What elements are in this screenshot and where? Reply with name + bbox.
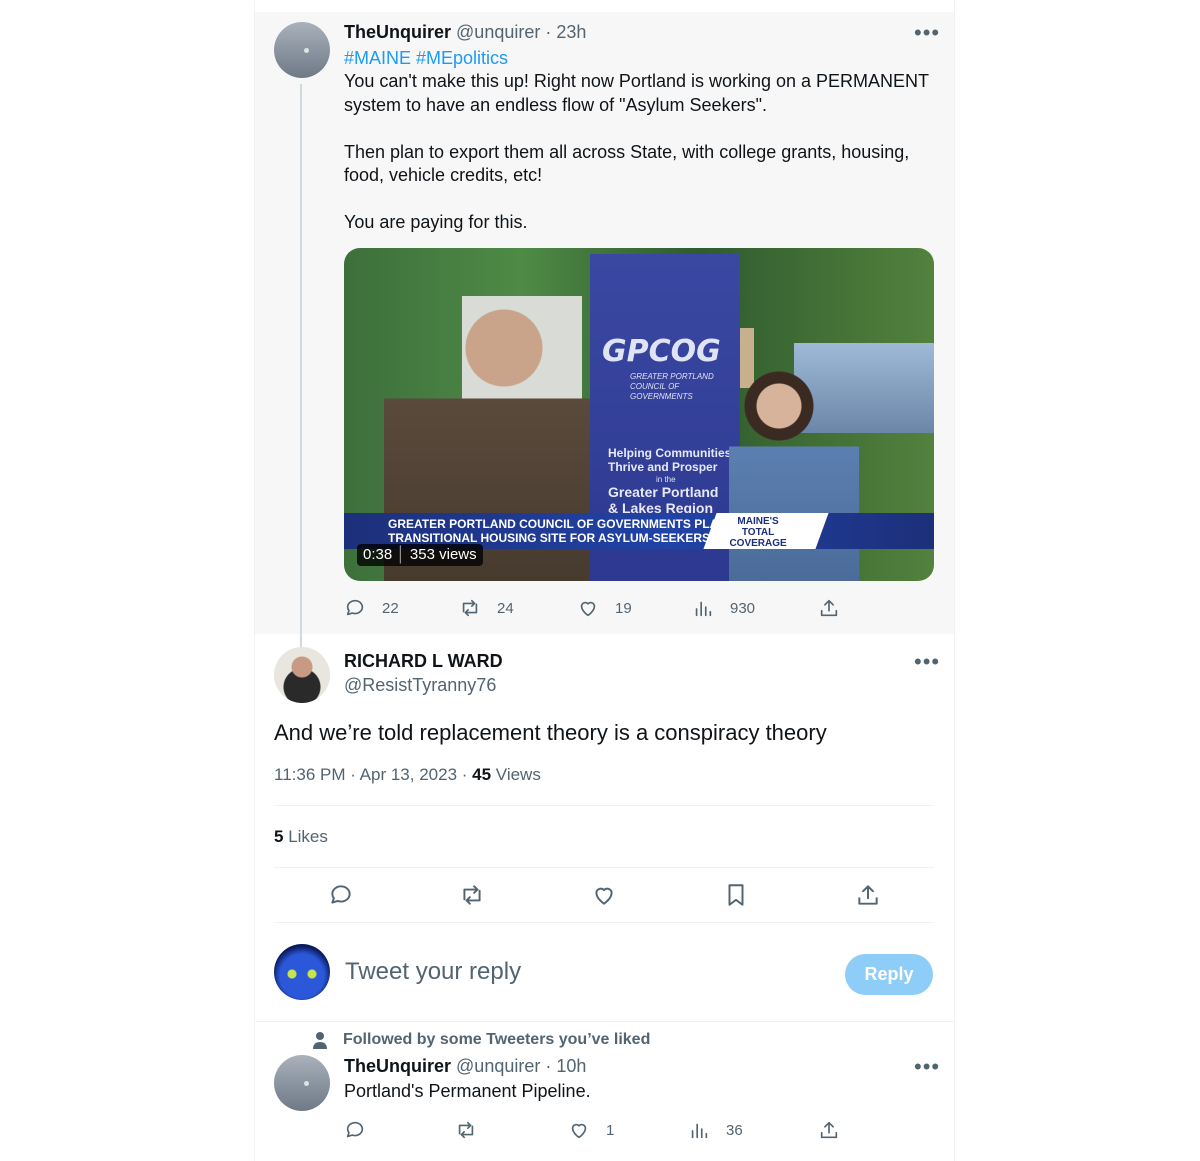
banner-org: GREATER PORTLAND COUNCIL OF GOVERNMENTS bbox=[630, 372, 714, 401]
banner-region: Greater Portland & Lakes Region bbox=[608, 484, 719, 516]
bookmark-button[interactable] bbox=[723, 882, 749, 908]
handle[interactable]: @unquirer bbox=[456, 1056, 540, 1076]
thread-line bbox=[300, 84, 302, 654]
analytics-icon bbox=[695, 601, 712, 617]
share-icon bbox=[820, 1121, 838, 1139]
retweet-button[interactable] bbox=[459, 882, 485, 908]
news-headline: GREATER PORTLAND COUNCIL OF GOVERNMENTS … bbox=[388, 517, 735, 545]
tweet-meta: 11:36 PM · Apr 13, 2023 · 45 Views bbox=[274, 765, 541, 785]
heart-icon bbox=[580, 601, 596, 617]
like-button[interactable] bbox=[591, 882, 617, 908]
retweet-button[interactable]: 24 bbox=[459, 597, 514, 619]
person-icon bbox=[313, 1032, 327, 1049]
video-badge: 0:38 │ 353 views bbox=[357, 544, 483, 566]
share-button[interactable] bbox=[818, 1119, 840, 1141]
more-options-icon[interactable]: ••• bbox=[914, 1056, 940, 1078]
tweet-text: You can't make this up! Right now Portla… bbox=[344, 71, 930, 232]
display-name[interactable]: TheUnquirer bbox=[344, 1056, 451, 1076]
tweet-text: And we’re told replacement theory is a c… bbox=[274, 720, 827, 745]
handle[interactable]: @unquirer bbox=[456, 22, 540, 42]
video-player[interactable]: GPCOG GREATER PORTLAND COUNCIL OF GOVERN… bbox=[344, 248, 934, 581]
parent-tweet[interactable]: TheUnquirer @unquirer · 23h ••• #MAINE #… bbox=[255, 12, 954, 654]
like-button[interactable]: 19 bbox=[577, 597, 632, 619]
avatar[interactable] bbox=[274, 1055, 330, 1111]
hashtags[interactable]: #MAINE #MEpolitics bbox=[344, 47, 508, 71]
retweet-icon bbox=[458, 1121, 474, 1139]
share-icon bbox=[820, 599, 838, 617]
reply-submit-button[interactable]: Reply bbox=[845, 954, 933, 995]
share-button[interactable] bbox=[855, 882, 881, 908]
retweet-icon bbox=[462, 599, 478, 617]
tweet-text: Portland's Permanent Pipeline. bbox=[344, 1081, 591, 1101]
timestamp[interactable]: 11:36 PM · Apr 13, 2023 · bbox=[274, 765, 472, 784]
like-count: 19 bbox=[615, 599, 632, 617]
banner-logo: GPCOG bbox=[602, 334, 721, 369]
banner-slogan: Helping Communities Thrive and Prosper bbox=[608, 446, 732, 474]
share-icon bbox=[858, 885, 878, 905]
reply-icon bbox=[331, 885, 351, 904]
display-name[interactable]: RICHARD L WARD bbox=[344, 651, 503, 671]
like-count: 1 bbox=[606, 1121, 615, 1139]
retweet-count: 24 bbox=[497, 599, 514, 617]
likes-label: Likes bbox=[283, 827, 328, 846]
views-button[interactable]: 930 bbox=[692, 597, 755, 619]
divider bbox=[255, 1021, 954, 1022]
retweet-icon bbox=[463, 885, 481, 905]
views-label: Views bbox=[491, 765, 541, 784]
like-button[interactable]: 1 bbox=[568, 1119, 614, 1141]
heart-icon bbox=[595, 887, 613, 905]
video-duration: 0:38 bbox=[363, 546, 393, 563]
view-count: 36 bbox=[726, 1121, 743, 1139]
user-avatar[interactable] bbox=[274, 944, 330, 1000]
reply-icon bbox=[346, 599, 364, 616]
likes-link[interactable]: 5 Likes bbox=[274, 827, 328, 847]
more-options-icon[interactable]: ••• bbox=[914, 651, 940, 673]
reply-input[interactable]: Tweet your reply bbox=[345, 958, 521, 986]
bookmark-icon bbox=[728, 884, 744, 906]
retweet-button[interactable] bbox=[455, 1119, 477, 1141]
reply-icon bbox=[346, 1121, 364, 1138]
heart-icon bbox=[571, 1123, 587, 1139]
reply-count: 22 bbox=[382, 599, 399, 617]
view-count: 45 bbox=[472, 765, 492, 784]
avatar[interactable] bbox=[274, 647, 330, 703]
reply-button[interactable] bbox=[328, 882, 354, 908]
display-name[interactable]: TheUnquirer bbox=[344, 22, 451, 42]
timeline-column: TheUnquirer @unquirer · 23h ••• #MAINE #… bbox=[254, 0, 955, 1161]
timestamp[interactable]: · 10h bbox=[545, 1056, 586, 1076]
views-button[interactable]: 36 bbox=[688, 1119, 743, 1141]
divider bbox=[274, 805, 934, 806]
timestamp[interactable]: · 23h bbox=[545, 22, 586, 42]
view-count: 930 bbox=[730, 599, 756, 617]
avatar[interactable] bbox=[274, 22, 330, 78]
social-context: Followed by some Tweeters you’ve liked bbox=[343, 1031, 651, 1048]
analytics-icon bbox=[691, 1123, 708, 1139]
more-options-icon[interactable]: ••• bbox=[914, 22, 940, 44]
reply-button[interactable]: 22 bbox=[344, 597, 399, 619]
news-brand: MAINE'S TOTAL COVERAGE bbox=[703, 513, 829, 549]
divider bbox=[274, 922, 934, 923]
share-button[interactable] bbox=[818, 597, 840, 619]
news-brand-text: MAINE'S TOTAL COVERAGE bbox=[729, 516, 787, 549]
video-views: 353 views bbox=[409, 546, 477, 563]
divider bbox=[274, 867, 934, 868]
reply-button[interactable] bbox=[344, 1119, 366, 1141]
handle[interactable]: @ResistTyranny76 bbox=[344, 675, 496, 696]
